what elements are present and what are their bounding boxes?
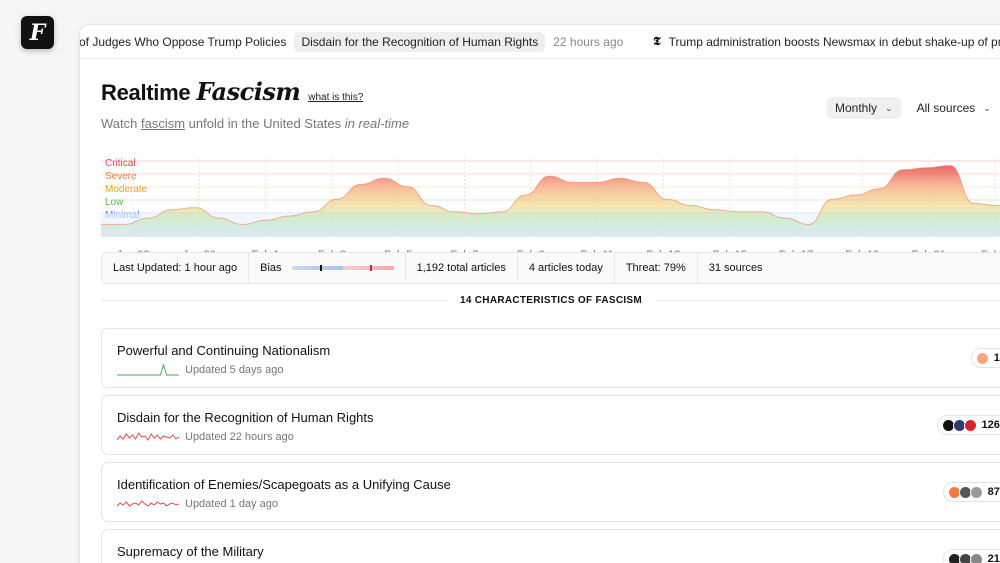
stats-bar: Last Updated: 1 hour ago Bias 1,192 tota…: [101, 252, 1000, 284]
section-title: 14 CHARACTERISTICS OF FASCISM: [459, 295, 643, 306]
fascism-link[interactable]: fascism: [141, 116, 185, 131]
ticker-timestamp: 22 hours ago: [553, 34, 624, 49]
characteristic-title: Supremacy of the Military: [117, 544, 264, 559]
level-label: Critical: [105, 158, 136, 169]
reports-badge[interactable]: 126 Re: [936, 415, 1000, 435]
ticker-headline[interactable]: Trump administration boosts Newsmax in d…: [669, 35, 1000, 49]
characteristic-title: Disdain for the Recognition of Human Rig…: [117, 410, 374, 425]
fascism-timeline-chart: CriticalSevereModerateLowMinimalJan 28Ja…: [100, 143, 1000, 268]
bias-label: Bias: [260, 262, 282, 274]
source-count: 31 sources: [708, 262, 763, 274]
what-is-this-link[interactable]: what is this?: [308, 92, 363, 103]
bias-indicator: Bias: [249, 253, 406, 283]
updated-time: Updated 5 days ago: [185, 364, 284, 376]
reports-badge[interactable]: 21 Re: [942, 549, 1000, 563]
characteristic-meta: Updated 5 days ago: [117, 363, 283, 377]
bias-right-segment: [342, 266, 394, 270]
period-select[interactable]: Monthly ⌄: [827, 97, 901, 119]
bias-bar: [291, 265, 394, 271]
page-header: Realtime Fascism what is this? Watch fas…: [101, 77, 409, 131]
sources-select[interactable]: All sources ⌄: [909, 97, 999, 119]
reports-count: 87 Re: [987, 486, 1000, 498]
trend-sparkline: [117, 500, 179, 507]
source-logo-icon: [969, 552, 983, 563]
level-label: Low: [105, 197, 124, 208]
characteristic-card[interactable]: Identification of Enemies/Scapegoats as …: [101, 462, 1000, 522]
subtitle-pre: Watch: [101, 116, 141, 131]
total-articles: 1,192 total articles: [406, 253, 518, 283]
page-title-accent: Fascism: [196, 77, 301, 106]
sources-value: All sources: [916, 101, 976, 115]
page-title: Realtime: [101, 80, 191, 105]
characteristic-title: Powerful and Continuing Nationalism: [117, 343, 331, 358]
chevron-down-icon: ⌄: [885, 102, 893, 113]
subtitle-em: in real-time: [344, 116, 410, 131]
subtitle-mid: unfold in the United States: [185, 116, 345, 131]
reports-badge[interactable]: 87 Re: [942, 482, 1000, 502]
last-updated: Last Updated: 1 hour ago: [102, 253, 250, 283]
chart-svg: CriticalSevereModerateLowMinimalJan 28Ja…: [100, 158, 1000, 261]
characteristic-meta: Updated 22 hours ago: [117, 430, 294, 444]
updated-time: Updated 1 day ago: [185, 498, 278, 510]
threat-level: Threat: 79%: [615, 253, 698, 283]
section-heading: 14 CHARACTERISTICS OF FASCISM: [101, 295, 1000, 306]
logo-glyph: F: [29, 19, 46, 46]
ticker-source-icon[interactable]: 𝕿: [653, 34, 660, 49]
level-label: Moderate: [105, 184, 148, 195]
characteristic-card[interactable]: Disdain for the Recognition of Human Rig…: [101, 395, 1000, 455]
bias-marker-left: [320, 265, 323, 271]
characteristic-card[interactable]: Powerful and Continuing Nationalism Updat…: [101, 328, 1000, 388]
reports-count: 126 Re: [981, 419, 1000, 431]
source-logo-icon: [963, 418, 977, 432]
news-ticker: of Judges Who Oppose Trump Policies Disda…: [80, 25, 1000, 59]
trend-sparkline: [117, 432, 179, 441]
ticker-headline[interactable]: of Judges Who Oppose Trump Policies: [80, 35, 286, 49]
bias-marker-right: [370, 265, 373, 271]
source-logo-icon: [969, 485, 983, 499]
bias-left-segment: [291, 266, 343, 270]
ticker-category-chip[interactable]: Disdain for the Recognition of Human Rig…: [294, 31, 546, 52]
reports-badge[interactable]: 1 Re: [970, 348, 1000, 368]
characteristic-title: Identification of Enemies/Scapegoats as …: [117, 477, 451, 492]
source-logo-icon: [975, 351, 989, 365]
chevron-down-icon: ⌄: [983, 102, 991, 113]
main-panel: of Judges Who Oppose Trump Policies Disda…: [79, 24, 1000, 563]
reports-count: 1 Re: [993, 352, 1000, 364]
trend-sparkline: [117, 363, 179, 376]
period-value: Monthly: [835, 101, 878, 115]
articles-today: 4 articles today: [518, 253, 615, 283]
level-label: Severe: [105, 171, 137, 182]
characteristic-card[interactable]: Supremacy of the Military 21 Re: [101, 529, 1000, 563]
characteristic-meta: Updated 1 day ago: [117, 497, 278, 511]
reports-count: 21 Re: [987, 553, 1000, 563]
updated-time: Updated 22 hours ago: [185, 431, 294, 443]
app-logo[interactable]: F: [21, 16, 54, 49]
chart-controls: Monthly ⌄ All sources ⌄: [827, 97, 999, 119]
page-subtitle: Watch fascism unfold in the United State…: [101, 116, 409, 131]
